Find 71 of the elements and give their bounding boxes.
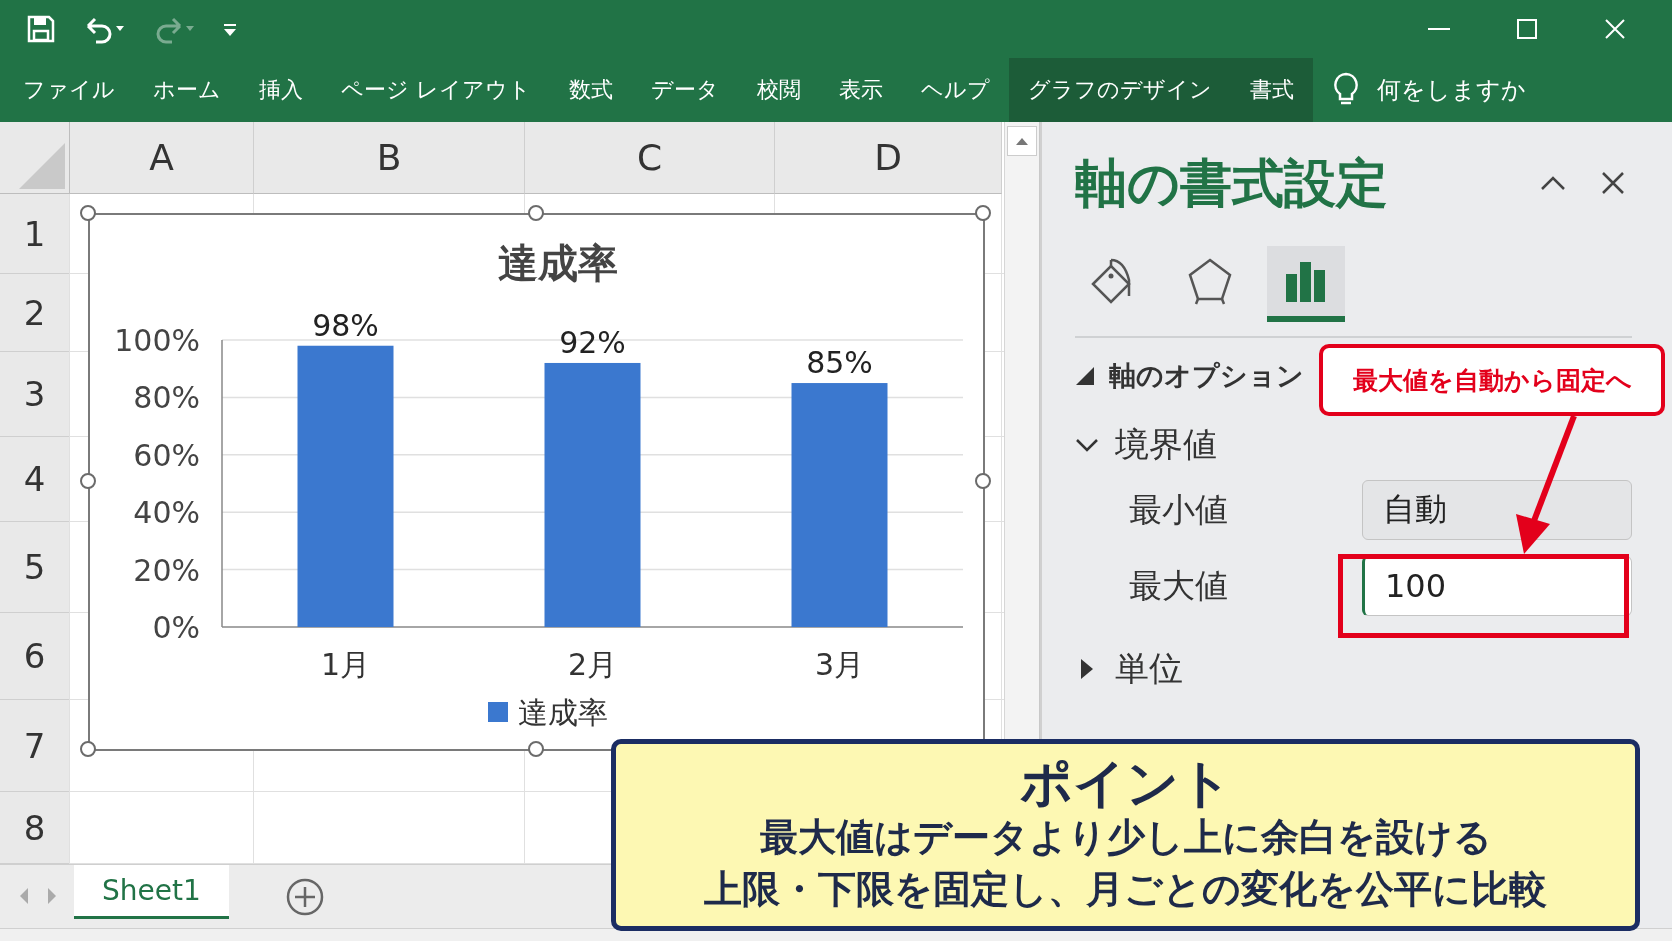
- up-arrow-icon: [1015, 136, 1029, 146]
- pane-title: 軸の書式設定: [1075, 152, 1388, 215]
- ribbon-tab[interactable]: データ: [632, 58, 738, 122]
- legend-label: 達成率: [518, 695, 608, 730]
- axis-label: 0%: [152, 610, 200, 645]
- tip-title: ポイント: [1019, 755, 1232, 813]
- column-header[interactable]: D: [775, 122, 1002, 194]
- axis-label: 100%: [114, 323, 200, 358]
- sheet-tab[interactable]: Sheet1: [74, 865, 229, 919]
- data-label: 98%: [312, 307, 379, 343]
- chevron-up-icon: [1540, 174, 1566, 191]
- group-header[interactable]: 単位: [1075, 642, 1183, 696]
- scroll-up-button[interactable]: [1007, 126, 1037, 156]
- ribbon-tab[interactable]: グラフのデザイン: [1009, 58, 1231, 122]
- callout: 最大値を自動から固定へ: [1319, 344, 1665, 416]
- close-icon: [1603, 17, 1627, 41]
- ribbon-tab[interactable]: 書式: [1231, 58, 1313, 122]
- ribbon-tab[interactable]: ファイル: [4, 58, 134, 122]
- row-header[interactable]: 4: [0, 437, 70, 522]
- data-label: 85%: [806, 345, 873, 381]
- customize-icon: [222, 21, 238, 37]
- category-label: 3月: [814, 647, 865, 682]
- axis-label: 60%: [133, 437, 200, 473]
- tip-text: 上限・下限を固定し、月ごとの変化を公平に比較: [704, 865, 1547, 913]
- minimize-icon: [1428, 28, 1450, 30]
- resize-handle[interactable]: [80, 473, 96, 489]
- row-header[interactable]: 5: [0, 522, 70, 613]
- category-label: 2月: [567, 647, 618, 682]
- row-header[interactable]: 7: [0, 700, 70, 792]
- resize-handle[interactable]: [527, 205, 544, 221]
- chart-title: 達成率: [497, 240, 618, 286]
- ribbon-tab[interactable]: ホーム: [134, 58, 240, 122]
- category-label: 1月: [320, 647, 371, 682]
- chevron-down-icon: [1075, 437, 1099, 453]
- resize-handle[interactable]: [975, 473, 991, 489]
- input-field[interactable]: 100: [1362, 556, 1632, 616]
- ribbon-tab[interactable]: 校閲: [738, 58, 820, 122]
- tip-text: 最大値はデータより少し上に余白を設ける: [759, 814, 1492, 862]
- data-label: 92%: [559, 324, 626, 360]
- row-header[interactable]: 6: [0, 613, 70, 700]
- axis-label: 80%: [133, 380, 200, 416]
- ribbon-tab[interactable]: ページ レイアウト: [322, 58, 550, 122]
- tell-me-field[interactable]: 何をしますか: [1377, 74, 1526, 106]
- ribbon-tab[interactable]: 挿入: [240, 58, 322, 122]
- expanded-triangle-icon: [1075, 366, 1095, 386]
- close-icon: [1600, 169, 1626, 196]
- field-label: 最大値: [1129, 564, 1229, 607]
- row-header[interactable]: 1: [0, 194, 70, 274]
- resize-handle[interactable]: [80, 205, 96, 221]
- ribbon-tab[interactable]: ヘルプ: [902, 58, 1009, 122]
- save-icon: [26, 14, 56, 44]
- resize-handle[interactable]: [975, 205, 991, 221]
- pane-tab[interactable]: [1267, 246, 1345, 322]
- maximize-icon: [1515, 17, 1539, 41]
- row-header[interactable]: 2: [0, 274, 70, 352]
- ribbon-tab[interactable]: 数式: [550, 58, 632, 122]
- column-header[interactable]: B: [254, 122, 525, 194]
- section-header[interactable]: 軸のオプション: [1075, 352, 1304, 400]
- chart-area[interactable]: 達成率 0% 20% 40% 60% 80% 100% 98% 1月 92% 2月 85% 3月 達成率: [88, 213, 985, 751]
- row-header[interactable]: 3: [0, 352, 70, 437]
- field-label: 最小値: [1129, 488, 1229, 531]
- axis-label: 20%: [133, 552, 200, 588]
- input-field[interactable]: 自動: [1362, 480, 1632, 540]
- axis-label: 40%: [133, 495, 200, 531]
- row-header[interactable]: 8: [0, 792, 70, 864]
- column-header[interactable]: C: [525, 122, 775, 194]
- resize-handle[interactable]: [80, 741, 96, 757]
- ribbon-tab[interactable]: 表示: [820, 58, 902, 122]
- group-header[interactable]: 境界値: [1075, 418, 1217, 472]
- plus-icon: [284, 877, 325, 917]
- column-header[interactable]: A: [70, 122, 254, 194]
